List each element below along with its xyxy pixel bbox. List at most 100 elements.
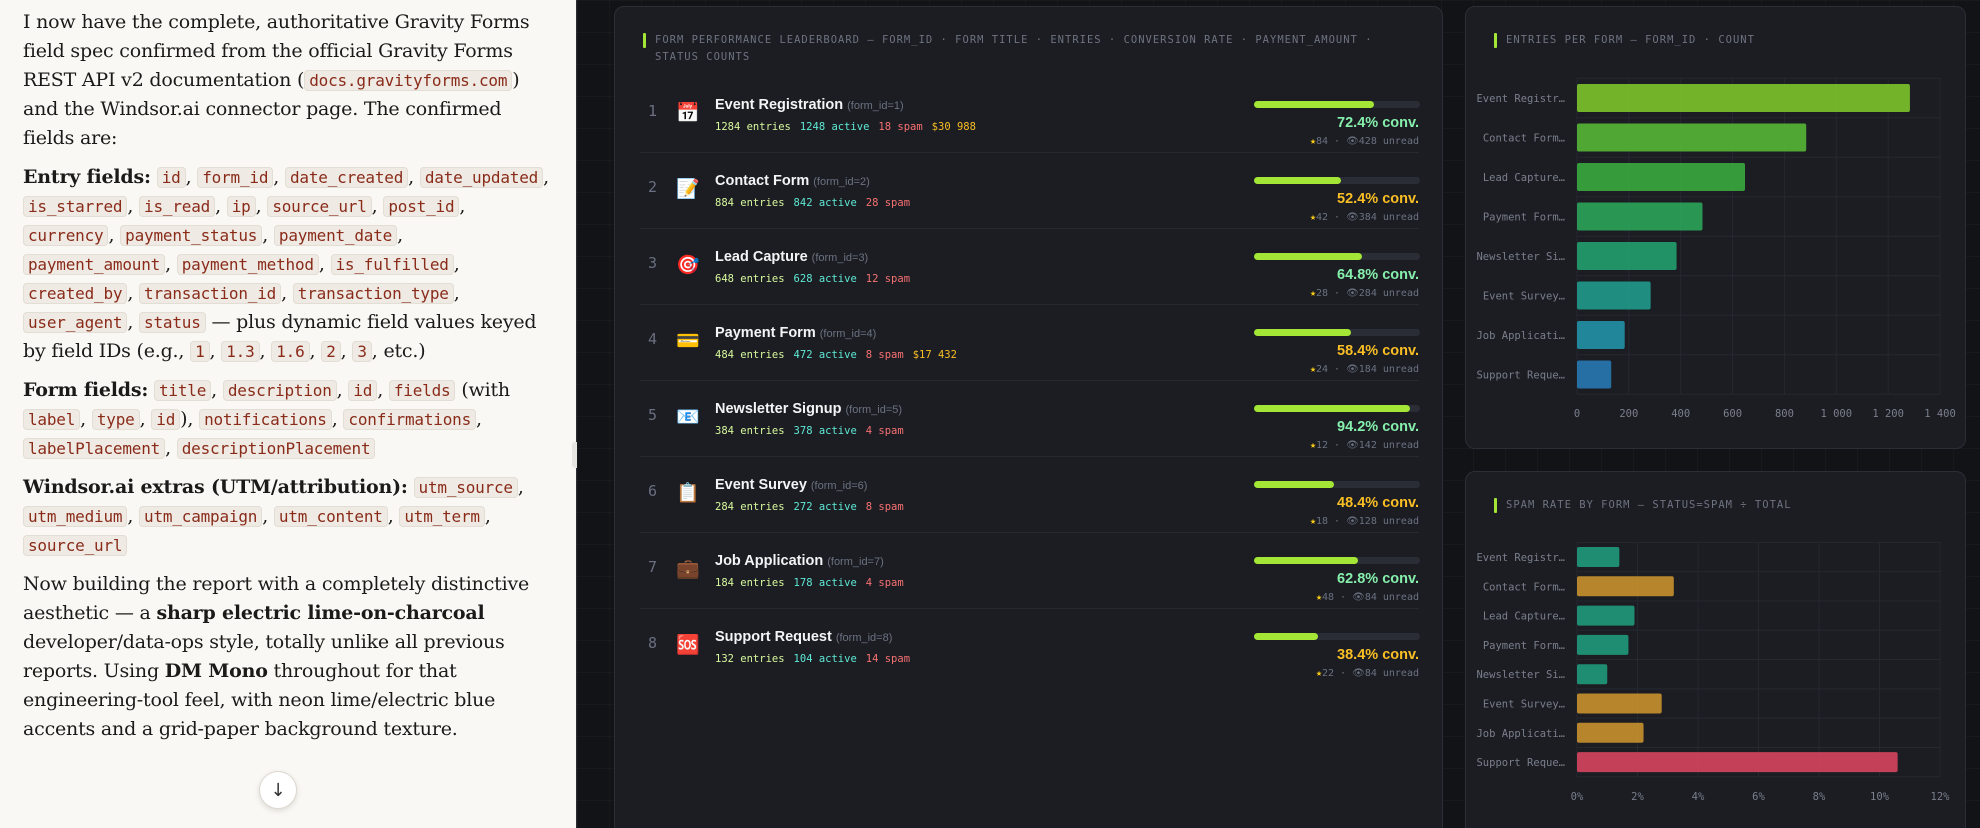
field-code: 3 — [352, 341, 372, 362]
field-code: fields — [388, 380, 456, 401]
category-label: Payment Form… — [1483, 640, 1565, 652]
conversion-rate: 38.4% conv. — [1337, 647, 1419, 663]
target-icon: 🎯 — [676, 254, 700, 276]
rank-number: 8 — [648, 634, 658, 652]
conversion-bar — [1254, 557, 1420, 564]
entries-count: 884 entries — [715, 197, 785, 209]
conversion-bar-fill — [1254, 557, 1359, 564]
leaderboard-row[interactable]: 4 💳 Payment Form (form_id=4) 484 entries 4… — [640, 305, 1420, 381]
field-code: payment_amount — [23, 254, 166, 275]
bar — [1577, 360, 1612, 389]
form-name: Newsletter Signup (form_id=5) — [715, 401, 903, 417]
entries-count: 384 entries — [715, 425, 785, 437]
field-code: payment_status — [120, 225, 263, 246]
leaderboard-row[interactable]: 6 📋 Event Survey (form_id=6) 284 entries 2… — [640, 457, 1420, 533]
field-code: is_starred — [23, 196, 128, 217]
form-name: Event Registration (form_id=1) — [715, 97, 904, 113]
field-code: source_url — [267, 196, 372, 217]
status-counts: 884 entries 842 active 28 spam — [715, 197, 919, 209]
rank-number: 5 — [648, 406, 658, 424]
form-name: Support Request (form_id=8) — [715, 629, 893, 645]
field-code: 2 — [321, 341, 341, 362]
field-code: utm_medium — [23, 506, 128, 527]
leaderboard-row[interactable]: 8 🆘 Support Request (form_id=8) 132 entri… — [640, 609, 1420, 685]
field-code: form_id — [197, 167, 274, 188]
eye-icon: 👁 — [1346, 288, 1359, 299]
scroll-to-bottom-button[interactable]: ↓ — [259, 771, 297, 809]
star-icon: ★ — [1309, 212, 1316, 223]
leaderboard-row[interactable]: 5 📧 Newsletter Signup (form_id=5) 384 ent… — [640, 381, 1420, 457]
category-label: Support Reque… — [1476, 370, 1565, 382]
star-icon: ★ — [1309, 364, 1316, 375]
rank-number: 3 — [648, 254, 658, 272]
star-icon: ★ — [1315, 592, 1322, 603]
category-label: Job Applicati… — [1476, 330, 1565, 342]
tick-label: 1 200 — [1872, 408, 1904, 420]
spam-count: 12 spam — [865, 273, 911, 285]
field-code: id — [151, 409, 181, 430]
tick-label: 2% — [1631, 791, 1644, 803]
star-icon: ★ — [1309, 288, 1316, 299]
spam-chart-card: SPAM RATE BY FORM — STATUS=SPAM ÷ TOTAL … — [1465, 471, 1966, 828]
category-label: Newsletter Si… — [1476, 251, 1565, 263]
row-meta: ★18 · 👁128 unread — [1309, 516, 1419, 527]
status-counts: 184 entries 178 active 4 spam — [715, 577, 913, 589]
tick-label: 10% — [1870, 791, 1890, 803]
leaderboard-row[interactable]: 7 💼 Job Application (form_id=7) 184 entri… — [640, 533, 1420, 609]
credit-card-icon: 💳 — [676, 330, 700, 352]
active-count: 1248 active — [799, 121, 870, 133]
bar — [1577, 634, 1629, 655]
star-icon: ★ — [1309, 516, 1316, 527]
field-code: created_by — [23, 283, 128, 304]
spam-count: 4 spam — [865, 425, 904, 437]
entries-chart: 0 200 400 600 800 1 000 1 200 1 400 Event Regist… — [1476, 77, 1956, 420]
spam-count: 4 spam — [865, 577, 904, 589]
spam-count: 18 spam — [878, 121, 923, 133]
category-label: Contact Form… — [1483, 133, 1565, 145]
form-id-label: (form_id=3) — [811, 252, 869, 264]
conversion-rate: 94.2% conv. — [1337, 419, 1419, 435]
leaderboard-row[interactable]: 3 🎯 Lead Capture (form_id=3) 648 entries 6… — [640, 229, 1420, 305]
leaderboard-row[interactable]: 1 📅 Event Registration (form_id=1) 1284 e… — [640, 77, 1420, 153]
bar — [1577, 242, 1677, 270]
conversion-bar — [1254, 405, 1420, 412]
field-code: source_url — [23, 535, 128, 556]
conversion-bar — [1254, 253, 1420, 260]
form-name: Event Survey (form_id=6) — [715, 477, 868, 493]
conversion-bar-fill — [1254, 177, 1341, 184]
field-code: date_created — [284, 167, 409, 188]
form-id-label: (form_id=2) — [813, 176, 870, 188]
rank-number: 7 — [648, 558, 658, 576]
form-name: Lead Capture (form_id=3) — [715, 249, 869, 265]
field-code: id — [156, 167, 186, 188]
eye-icon: 👁 — [1352, 668, 1365, 679]
eye-icon: 👁 — [1346, 136, 1359, 147]
star-icon: ★ — [1309, 440, 1316, 451]
form-id-label: (form_id=6) — [810, 480, 868, 492]
status-counts: 1284 entries 1248 active 18 spam $30 988 — [715, 121, 985, 133]
status-counts: 484 entries 472 active 8 spam $17 432 — [715, 349, 966, 361]
rank-number: 2 — [648, 178, 658, 196]
category-label: Event Survey… — [1483, 699, 1565, 711]
leaderboard-title: FORM PERFORMANCE LEADERBOARD — FORM_ID ·… — [643, 32, 1415, 66]
conversion-rate: 48.4% conv. — [1337, 495, 1419, 511]
row-meta: ★42 · 👁384 unread — [1309, 212, 1419, 223]
field-code: description — [222, 380, 337, 401]
active-count: 472 active — [793, 349, 857, 361]
leaderboard-card: FORM PERFORMANCE LEADERBOARD — FORM_ID ·… — [614, 6, 1443, 828]
building-paragraph: Now building the report with a completel… — [23, 573, 530, 740]
spam-chart: 0% 2% 4% 6% 8% 10% 12% Event Registr… Contact Fo… — [1476, 541, 1950, 803]
spam-count: 28 spam — [865, 197, 911, 209]
eye-icon: 👁 — [1352, 592, 1365, 603]
eye-icon: 👁 — [1346, 440, 1359, 451]
category-label: Event Registr… — [1476, 552, 1565, 564]
field-code: title — [154, 380, 212, 401]
bar — [1577, 281, 1651, 310]
memo-icon: 📝 — [676, 178, 700, 200]
leaderboard-row[interactable]: 2 📝 Contact Form (form_id=2) 884 entries 8… — [640, 153, 1420, 229]
row-meta: ★24 · 👁184 unread — [1309, 364, 1419, 375]
tick-label: 4% — [1692, 791, 1705, 803]
conversion-bar — [1254, 101, 1420, 108]
chat-panel: I now have the complete, authoritative G… — [0, 0, 576, 828]
active-count: 842 active — [793, 197, 857, 209]
